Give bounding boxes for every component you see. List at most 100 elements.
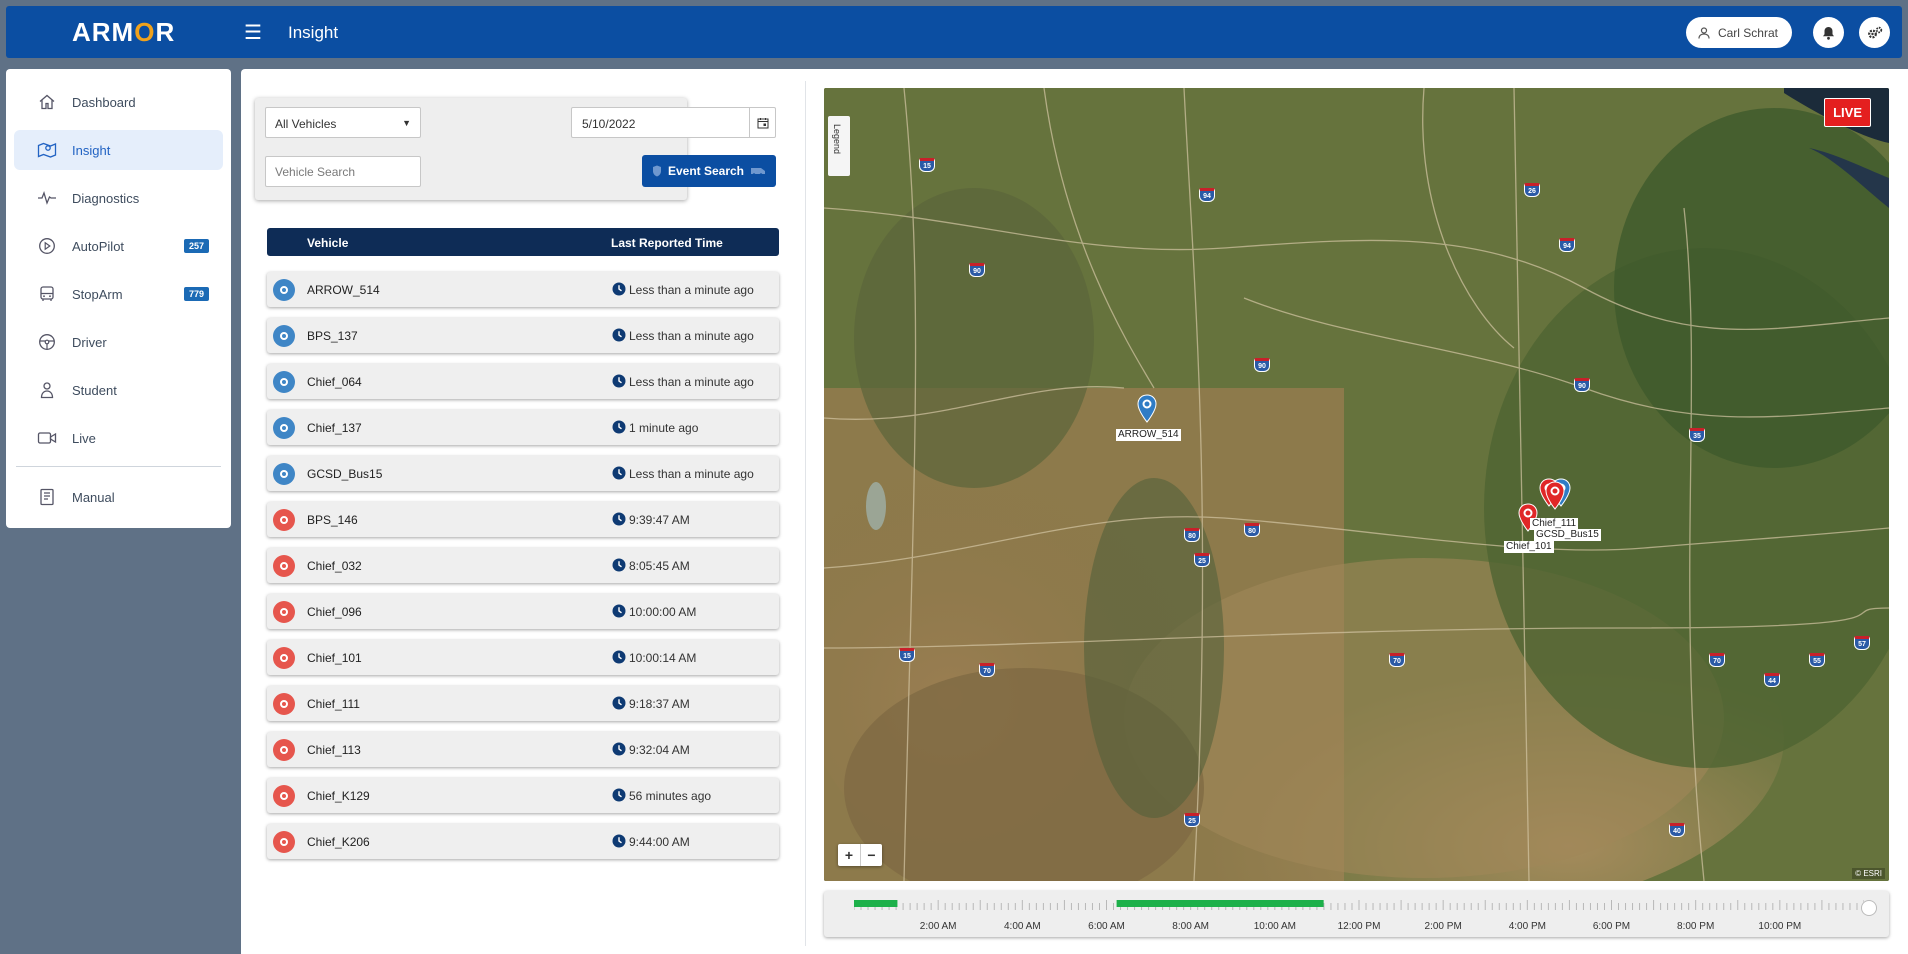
sidebar-item-label: AutoPilot — [72, 238, 125, 254]
page-title: Insight — [288, 23, 339, 42]
last-reported-time: 1 minute ago — [629, 421, 699, 435]
sidebar-item-label: Dashboard — [72, 94, 136, 110]
sidebar-item-stoparm[interactable]: StopArm 779 — [14, 274, 223, 314]
clock-icon — [612, 328, 626, 342]
highway-shield: 90 — [1574, 378, 1590, 392]
zoom-out-button[interactable]: − — [860, 844, 882, 866]
last-reported-time: Less than a minute ago — [629, 467, 754, 481]
vehicle-name: Chief_101 — [307, 651, 362, 665]
vehicle-row[interactable]: GCSD_Bus15 Less than a minute ago — [267, 456, 779, 491]
sidebar-item-dashboard[interactable]: Dashboard — [14, 82, 223, 122]
user-name: Carl Schrat — [1717, 25, 1778, 40]
timeline-handle[interactable] — [1861, 900, 1877, 916]
marker-label: Chief_101 — [1504, 541, 1554, 553]
sidebar-item-live[interactable]: Live — [14, 418, 223, 458]
last-reported-time: 9:18:37 AM — [629, 697, 690, 711]
timeline-hour-label: 2:00 AM — [919, 921, 957, 932]
bus-side-icon — [751, 168, 766, 176]
map-terrain — [824, 88, 1889, 881]
timeline-track — [854, 900, 1864, 910]
highway-shield: 90 — [969, 263, 985, 277]
highway-shield: 15 — [899, 648, 915, 662]
vehicle-row[interactable]: Chief_111 9:18:37 AM — [267, 686, 779, 721]
date-field[interactable]: 5/10/2022 — [571, 107, 776, 138]
clock-icon — [612, 282, 626, 296]
vehicle-group-select[interactable]: All Vehicles ▼ — [265, 107, 421, 138]
vehicle-group-value: All Vehicles — [275, 117, 337, 131]
timeline-hour-label: 10:00 PM — [1758, 921, 1802, 932]
vehicle-row[interactable]: Chief_K129 56 minutes ago — [267, 778, 779, 813]
vehicle-row[interactable]: Chief_113 9:32:04 AM — [267, 732, 779, 767]
sidebar-item-diagnostics[interactable]: Diagnostics — [14, 178, 223, 218]
sidebar-item-label: Student — [72, 382, 117, 398]
map-attribution: © ESRI — [1852, 868, 1885, 879]
vehicle-row[interactable]: Chief_096 10:00:00 AM — [267, 594, 779, 629]
status-indicator — [273, 279, 295, 301]
clock-icon — [612, 696, 626, 710]
sidebar-item-label: Live — [72, 430, 96, 446]
map-marker-red[interactable] — [1544, 481, 1566, 511]
calendar-icon[interactable] — [749, 108, 775, 137]
armor-logo[interactable]: ARMOR — [72, 17, 175, 48]
sidebar-item-student[interactable]: Student — [14, 370, 223, 410]
sidebar-item-label: StopArm — [72, 286, 123, 302]
sidebar-item-driver[interactable]: Driver — [14, 322, 223, 362]
bus-icon — [36, 283, 58, 305]
vehicle-row[interactable]: BPS_146 9:39:47 AM — [267, 502, 779, 537]
vehicle-table-header: Vehicle Last Reported Time — [267, 228, 779, 256]
vehicle-name: Chief_064 — [307, 375, 362, 389]
sidebar-item-manual[interactable]: Manual — [14, 477, 223, 517]
main-panel: All Vehicles ▼ 5/10/2022 Event Search Ve… — [241, 69, 1908, 954]
sidebar-item-label: Driver — [72, 334, 107, 350]
vehicle-row[interactable]: Chief_K206 9:44:00 AM — [267, 824, 779, 859]
activity-segment — [1116, 900, 1324, 907]
column-header-vehicle[interactable]: Vehicle — [307, 236, 348, 250]
highway-shield: 57 — [1854, 636, 1870, 650]
event-search-button[interactable]: Event Search — [642, 155, 776, 187]
timeline-hour-label: 8:00 AM — [1172, 921, 1210, 932]
vehicle-search-input[interactable] — [265, 156, 421, 187]
status-indicator — [273, 555, 295, 577]
vehicle-row[interactable]: BPS_137 Less than a minute ago — [267, 318, 779, 353]
event-search-label: Event Search — [667, 164, 745, 178]
menu-icon[interactable]: ☰ — [244, 20, 262, 45]
clock-icon — [612, 374, 626, 388]
timeline-slider[interactable]: 2:00 AM 4:00 AM 6:00 AM 8:00 AM 10:00 AM 12:0… — [824, 891, 1889, 937]
panel-divider — [805, 81, 806, 946]
clock-icon — [612, 650, 626, 664]
user-menu-button[interactable]: Carl Schrat — [1685, 17, 1792, 48]
vehicle-name: Chief_096 — [307, 605, 362, 619]
notifications-button[interactable] — [1813, 17, 1844, 48]
highway-shield: 80 — [1244, 523, 1260, 537]
timeline-hour-label: 4:00 PM — [1508, 921, 1546, 932]
map-view[interactable]: Legend LIVE ARROW_514 Chief_111 GCSD_Bus… — [824, 88, 1889, 881]
highway-shield: 70 — [1389, 653, 1405, 667]
pulse-icon — [36, 187, 58, 209]
settings-button[interactable] — [1859, 17, 1890, 48]
status-indicator — [273, 371, 295, 393]
vehicle-row[interactable]: ARROW_514 Less than a minute ago — [267, 272, 779, 307]
zoom-in-button[interactable]: + — [838, 844, 860, 866]
sidebar-item-autopilot[interactable]: AutoPilot 257 — [14, 226, 223, 266]
vehicle-row[interactable]: Chief_101 10:00:14 AM — [267, 640, 779, 675]
timeline-hour-label: 12:00 PM — [1337, 921, 1381, 932]
vehicle-row[interactable]: Chief_064 Less than a minute ago — [267, 364, 779, 399]
student-icon — [36, 379, 58, 401]
highway-shield: 94 — [1199, 188, 1215, 202]
bell-icon — [1823, 26, 1834, 40]
last-reported-time: 10:00:00 AM — [629, 605, 697, 619]
highway-shield: 35 — [1689, 428, 1705, 442]
filter-panel: All Vehicles ▼ 5/10/2022 Event Search — [255, 98, 776, 200]
status-indicator — [273, 417, 295, 439]
sidebar-item-insight[interactable]: Insight — [14, 130, 223, 170]
highway-shield: 55 — [1809, 653, 1825, 667]
clock-icon — [612, 420, 626, 434]
highway-shield: 94 — [1559, 238, 1575, 252]
map-marker-blue[interactable] — [1136, 394, 1158, 424]
vehicle-name: Chief_111 — [307, 697, 360, 711]
last-reported-time: 56 minutes ago — [629, 789, 712, 803]
vehicle-row[interactable]: Chief_032 8:05:45 AM — [267, 548, 779, 583]
column-header-last-reported[interactable]: Last Reported Time — [611, 236, 723, 250]
vehicle-row[interactable]: Chief_137 1 minute ago — [267, 410, 779, 445]
legend-toggle[interactable]: Legend — [828, 116, 850, 176]
